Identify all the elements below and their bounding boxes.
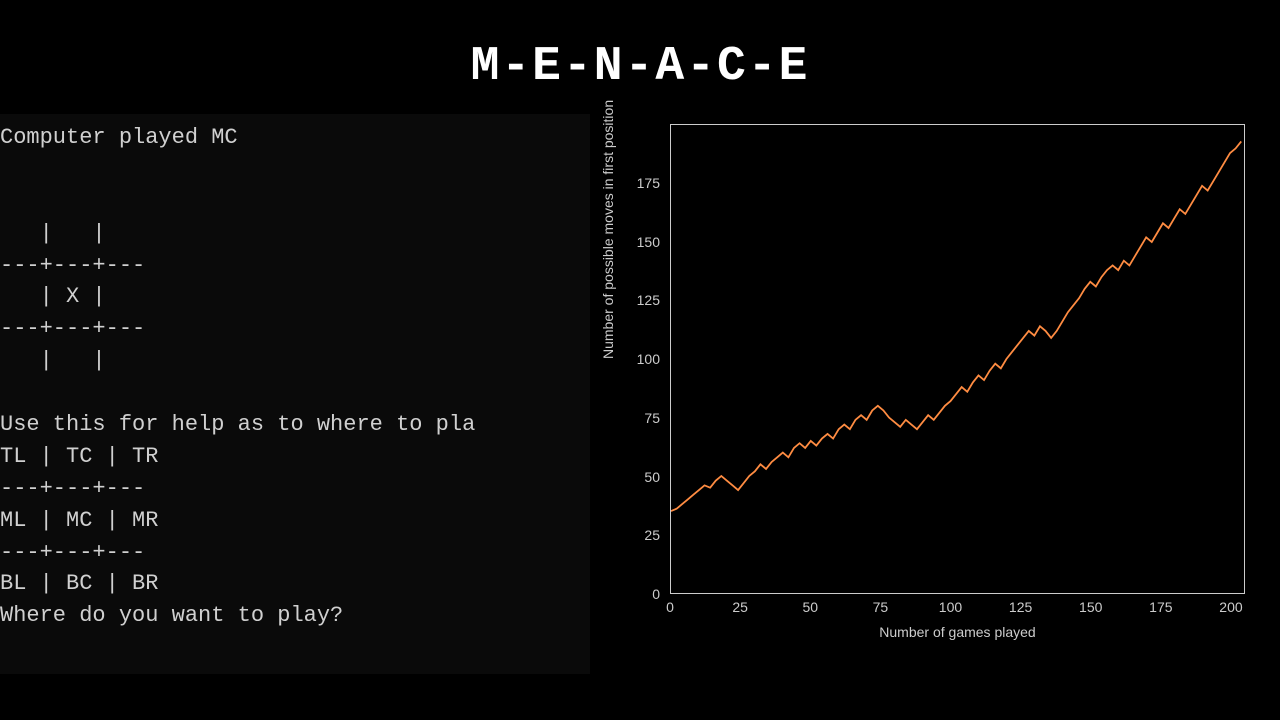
- chart-x-axis-label: Number of games played: [670, 624, 1245, 640]
- help-separator: ---+---+---: [0, 476, 145, 501]
- chart-x-tick: 150: [1079, 599, 1102, 615]
- chart-x-tick: 125: [1009, 599, 1032, 615]
- terminal-status: Computer played MC: [0, 125, 238, 150]
- board-row-2: | X |: [0, 284, 106, 309]
- chart-x-tick: 75: [873, 599, 889, 615]
- chart-y-tick: 125: [637, 292, 660, 308]
- chart-y-tick: 0: [652, 586, 660, 602]
- help-row-1: TL | TC | TR: [0, 444, 158, 469]
- chart-y-tick: 100: [637, 351, 660, 367]
- board-separator: ---+---+---: [0, 316, 145, 341]
- chart-y-tick: 50: [644, 469, 660, 485]
- terminal-panel[interactable]: Computer played MC | | ---+---+--- | X |…: [0, 114, 590, 674]
- board-separator: ---+---+---: [0, 253, 145, 278]
- help-row-2: ML | MC | MR: [0, 508, 158, 533]
- chart-y-tick: 175: [637, 175, 660, 191]
- chart-x-tick: 175: [1149, 599, 1172, 615]
- chart-x-tick: 200: [1219, 599, 1242, 615]
- help-row-3: BL | BC | BR: [0, 571, 158, 596]
- chart-y-tick: 150: [637, 234, 660, 250]
- help-intro: Use this for help as to where to pla: [0, 412, 475, 437]
- chart-plot-box: [670, 124, 1245, 594]
- chart-line: [671, 125, 1244, 593]
- chart-x-tick: 50: [802, 599, 818, 615]
- board-row-3: | |: [0, 348, 106, 373]
- terminal-prompt: Where do you want to play?: [0, 603, 343, 628]
- chart-area: Number of possible moves in first positi…: [600, 114, 1250, 644]
- chart-y-tick: 25: [644, 527, 660, 543]
- chart-x-tick: 0: [666, 599, 674, 615]
- content-area: Computer played MC | | ---+---+--- | X |…: [0, 114, 1280, 674]
- chart-panel: Number of possible moves in first positi…: [590, 114, 1280, 674]
- page-title: M-E-N-A-C-E: [0, 0, 1280, 114]
- chart-y-ticks: 0255075100125150175: [600, 124, 665, 594]
- chart-x-tick: 25: [732, 599, 748, 615]
- chart-x-tick: 100: [939, 599, 962, 615]
- chart-y-tick: 75: [644, 410, 660, 426]
- board-row-1: | |: [0, 221, 106, 246]
- help-separator: ---+---+---: [0, 540, 145, 565]
